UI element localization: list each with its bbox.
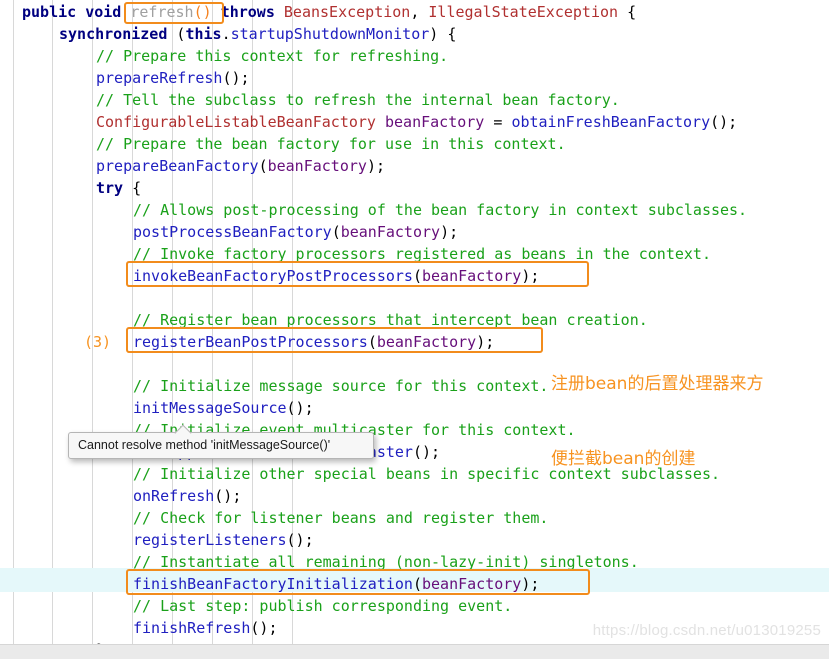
code-token-fld: beanFactory xyxy=(385,113,485,131)
code-token-mth: prepareBeanFactory xyxy=(96,157,259,175)
code-token-cmt: // Prepare the bean factory for use in t… xyxy=(96,135,566,153)
error-tooltip-text: Cannot resolve method 'initMessageSource… xyxy=(78,438,331,452)
code-token-grayed: refresh xyxy=(130,3,194,21)
code-token-pun: { xyxy=(618,3,637,21)
code-token-mth: initMessageSource xyxy=(133,399,287,417)
code-token-pun xyxy=(275,3,284,21)
code-editor-pane[interactable]: public void refresh() throws BeansExcept… xyxy=(0,0,829,659)
code-token-fld: beanFactory xyxy=(422,575,522,593)
code-token-pun: ); xyxy=(366,157,385,175)
code-token-mth: registerListeners xyxy=(133,531,287,549)
code-token-mth: invokeBeanFactoryPostProcessors xyxy=(133,267,413,285)
code-token-pun: = xyxy=(484,113,512,131)
chinese-annotation-line-2: 便拦截bean的创建 xyxy=(551,449,696,469)
code-token-pun: ( xyxy=(167,25,186,43)
code-line[interactable]: postProcessBeanFactory(beanFactory); xyxy=(0,221,829,243)
code-token-mth: prepareRefresh xyxy=(96,69,223,87)
code-token-cmt: // Prepare this context for refreshing. xyxy=(96,47,449,65)
code-token-mth: postProcessBeanFactory xyxy=(133,223,332,241)
code-token-pun: , xyxy=(410,3,429,21)
code-line[interactable]: registerListeners(); xyxy=(0,529,829,551)
code-line[interactable]: public void refresh() throws BeansExcept… xyxy=(0,1,829,23)
code-token-pun: ( xyxy=(412,575,422,593)
code-token-mth: registerBeanPostProcessors xyxy=(133,333,368,351)
editor-bottom-strip xyxy=(0,644,829,659)
code-line[interactable]: ConfigurableListableBeanFactory beanFact… xyxy=(0,111,829,133)
code-token-kw: public xyxy=(22,3,77,21)
code-token-pun: ); xyxy=(476,333,495,351)
chinese-annotation: 注册bean的后置处理器来方 便拦截bean的创建 xyxy=(551,322,763,522)
code-token-pun: (); xyxy=(412,443,441,461)
code-token-cmt: // Last step: publish corresponding even… xyxy=(133,597,513,615)
code-token-pun xyxy=(376,113,385,131)
chinese-annotation-line-1: 注册bean的后置处理器来方 xyxy=(551,374,764,394)
code-line[interactable] xyxy=(0,287,829,309)
code-line[interactable]: // Last step: publish corresponding even… xyxy=(0,595,829,617)
code-token-pun: (); xyxy=(710,113,738,131)
code-token-cmt: // Tell the subclass to refresh the inte… xyxy=(96,91,620,109)
code-token-pun: (); xyxy=(222,69,250,87)
code-token-mth: finishBeanFactoryInitialization xyxy=(133,575,413,593)
code-token-pun: ( xyxy=(258,157,268,175)
code-line[interactable]: prepareBeanFactory(beanFactory); xyxy=(0,155,829,177)
code-token-orange: () xyxy=(193,3,212,21)
code-token-pun: ); xyxy=(521,575,540,593)
code-token-kw: void xyxy=(85,3,122,21)
code-token-fld: beanFactory xyxy=(340,223,441,241)
code-token-pun: (); xyxy=(286,531,314,549)
code-token-pun: ( xyxy=(412,267,422,285)
code-token-pun: (); xyxy=(214,487,242,505)
code-token-cls: ConfigurableListableBeanFactory xyxy=(96,113,376,131)
code-token-mth: finishRefresh xyxy=(133,619,251,637)
code-token-kw: try xyxy=(96,179,124,197)
code-line[interactable]: // Allows post-processing of the bean fa… xyxy=(0,199,829,221)
code-token-cmt: // Initialize message source for this co… xyxy=(133,377,549,395)
code-token-pun: . xyxy=(221,25,231,43)
code-token-fld: beanFactory xyxy=(376,333,477,351)
code-line[interactable]: try { xyxy=(0,177,829,199)
code-token-pun: (); xyxy=(250,619,278,637)
code-token-cmt: // Allows post-processing of the bean fa… xyxy=(133,201,748,219)
error-tooltip: Cannot resolve method 'initMessageSource… xyxy=(68,424,374,459)
code-token-kw: synchronized xyxy=(59,25,168,43)
code-token-pun: ( xyxy=(367,333,377,351)
code-token-mth: obtainFreshBeanFactory xyxy=(511,113,711,131)
code-token-cls: IllegalStateException xyxy=(428,3,619,21)
code-token-cmt: // Instantiate all remaining (non-lazy-i… xyxy=(133,553,639,571)
code-line[interactable]: invokeBeanFactoryPostProcessors(beanFact… xyxy=(0,265,829,287)
code-token-pun xyxy=(76,3,85,21)
code-token-pun: ); xyxy=(440,223,459,241)
code-line[interactable]: // Invoke factory processors registered … xyxy=(0,243,829,265)
code-token-pun: ) { xyxy=(429,25,457,43)
code-line[interactable]: finishRefresh(); xyxy=(0,617,829,639)
code-token-fld: beanFactory xyxy=(422,267,522,285)
code-line[interactable]: synchronized (this.startupShutdownMonito… xyxy=(0,23,829,45)
code-token-cmt: // Check for listener beans and register… xyxy=(133,509,549,527)
code-token-pun xyxy=(212,3,221,21)
code-token-cmt: // Invoke factory processors registered … xyxy=(133,245,711,263)
code-token-pun: (); xyxy=(286,399,314,417)
code-token-pun: { xyxy=(123,179,142,197)
step-marker: (3) xyxy=(84,333,112,351)
code-line[interactable]: finishBeanFactoryInitialization(beanFact… xyxy=(0,573,829,595)
code-token-fld: beanFactory xyxy=(267,157,367,175)
code-line[interactable]: // Instantiate all remaining (non-lazy-i… xyxy=(0,551,829,573)
code-token-pun: ( xyxy=(331,223,341,241)
code-token-kw: throws xyxy=(220,3,275,21)
code-line[interactable]: prepareRefresh(); xyxy=(0,67,829,89)
code-line[interactable]: // Prepare the bean factory for use in t… xyxy=(0,133,829,155)
code-token-mth: startupShutdownMonitor xyxy=(230,25,430,43)
code-token-kw: this xyxy=(185,25,222,43)
code-token-pun: ); xyxy=(521,267,540,285)
code-line[interactable]: // Prepare this context for refreshing. xyxy=(0,45,829,67)
code-token-cls: BeansException xyxy=(283,3,411,21)
code-line[interactable]: // Tell the subclass to refresh the inte… xyxy=(0,89,829,111)
code-token-mth: onRefresh xyxy=(133,487,215,505)
